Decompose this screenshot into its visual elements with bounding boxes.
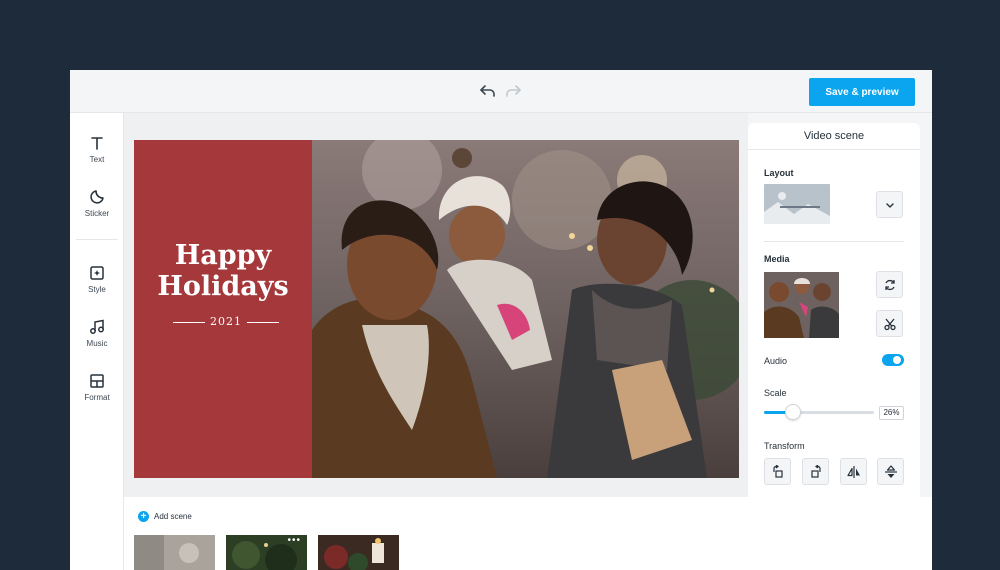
card-photo[interactable] — [312, 140, 739, 478]
redo-icon[interactable] — [504, 82, 522, 100]
flip-vertical-icon — [885, 465, 897, 478]
add-scene-label: Add scene — [154, 512, 192, 521]
music-note-icon — [90, 319, 104, 334]
scene-preview — [134, 535, 215, 570]
scene-preview — [318, 535, 399, 570]
media-thumbnail[interactable] — [764, 272, 839, 338]
year-rule-left — [173, 322, 205, 323]
transform-label: Transform — [764, 441, 805, 451]
undo-icon[interactable] — [479, 82, 497, 100]
top-toolbar: Save & preview — [70, 70, 932, 113]
scissors-icon — [884, 318, 896, 331]
sidebar-item-label: Text — [89, 155, 105, 164]
panel-title: Video scene — [748, 123, 920, 150]
flip-horizontal-icon — [847, 466, 860, 478]
sidebar-item-label: Music — [86, 339, 108, 348]
rotate-right-button[interactable] — [802, 458, 829, 485]
scene-more-button[interactable]: ••• — [287, 536, 301, 546]
audio-label: Audio — [764, 356, 788, 366]
scenes-strip: + Add scene ••• — [124, 497, 932, 570]
flip-vertical-button[interactable] — [877, 458, 904, 485]
sidebar-item-text[interactable]: Text — [70, 135, 124, 179]
sticker-icon — [90, 190, 104, 204]
media-photo — [764, 272, 839, 338]
canvas-area: Happy Holidays 2021 — [124, 113, 748, 497]
save-preview-button[interactable]: Save & preview — [809, 78, 915, 106]
card-year: 2021 — [210, 315, 242, 328]
scene-thumbnail[interactable] — [134, 535, 215, 570]
flip-horizontal-button[interactable] — [840, 458, 867, 485]
scale-value[interactable]: 26% — [879, 406, 904, 420]
style-icon — [90, 266, 104, 280]
replace-media-button[interactable] — [876, 271, 903, 298]
holiday-card[interactable]: Happy Holidays 2021 — [134, 140, 739, 478]
scale-slider[interactable] — [764, 404, 874, 420]
scene-thumbnail[interactable] — [318, 535, 399, 570]
text-icon — [91, 137, 103, 150]
sidebar-item-label: Format — [84, 393, 110, 402]
toggle-knob — [893, 356, 901, 364]
sidebar-item-style[interactable]: Style — [70, 265, 124, 309]
plus-icon: + — [138, 511, 149, 522]
image-placeholder-icon — [764, 192, 830, 224]
sidebar-divider — [76, 239, 118, 240]
layout-dropdown-button[interactable] — [876, 191, 903, 218]
layout-preview[interactable] — [764, 184, 830, 224]
trim-media-button[interactable] — [876, 310, 903, 337]
chevron-down-icon — [886, 203, 894, 208]
sidebar-item-label: Style — [88, 285, 106, 294]
greeting-line-1: Happy — [174, 240, 272, 271]
scene-thumbnail[interactable]: ••• — [226, 535, 307, 570]
slider-thumb[interactable] — [784, 404, 801, 420]
rotate-left-button[interactable] — [764, 458, 791, 485]
rotate-right-icon — [811, 465, 821, 478]
card-greeting[interactable]: Happy Holidays — [134, 240, 312, 302]
sidebar-item-format[interactable]: Format — [70, 373, 124, 417]
tool-sidebar: Text Sticker Style Music Format — [70, 113, 124, 570]
media-label: Media — [764, 254, 790, 264]
greeting-line-2: Holidays — [157, 271, 289, 302]
rotate-left-icon — [773, 465, 783, 478]
card-text-panel[interactable]: Happy Holidays 2021 — [134, 140, 312, 478]
refresh-icon — [885, 279, 895, 291]
year-rule-right — [247, 322, 279, 323]
sidebar-item-sticker[interactable]: Sticker — [70, 189, 124, 233]
audio-toggle[interactable] — [882, 354, 904, 366]
editor-window: Save & preview Text Sticker Style Music … — [70, 70, 932, 570]
sidebar-item-music[interactable]: Music — [70, 319, 124, 363]
card-year-row: 2021 — [173, 315, 279, 329]
panel-divider — [764, 241, 904, 242]
sidebar-item-label: Sticker — [84, 209, 110, 218]
layout-label: Layout — [764, 168, 794, 178]
scale-label: Scale — [764, 388, 787, 398]
format-icon — [90, 374, 104, 388]
